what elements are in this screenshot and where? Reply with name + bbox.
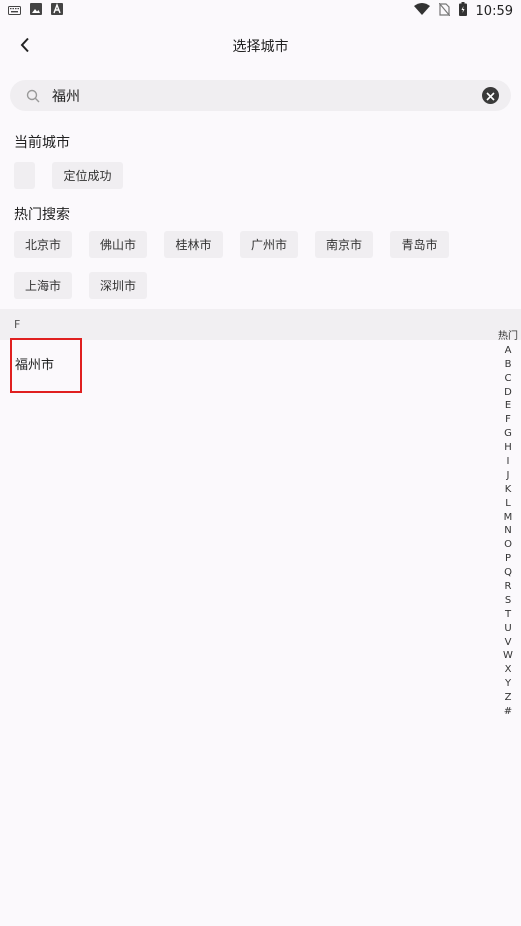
index-letter[interactable]: Y	[505, 677, 511, 691]
index-letter[interactable]: I	[507, 455, 510, 469]
index-letter[interactable]: W	[503, 649, 513, 663]
image-icon	[30, 3, 42, 19]
index-letter[interactable]: #	[504, 705, 512, 719]
hot-city-chip[interactable]: 青岛市	[390, 231, 449, 258]
a-icon	[51, 3, 63, 19]
result-city-item[interactable]: 福州市	[10, 338, 82, 393]
status-time: 10:59	[475, 3, 513, 19]
current-city-title: 当前城市	[14, 135, 70, 151]
search-icon	[26, 88, 40, 107]
index-letter[interactable]: T	[505, 608, 511, 622]
hot-city-chip[interactable]: 北京市	[14, 231, 72, 258]
search-bar[interactable]	[10, 80, 511, 111]
status-right-icons: 10:59	[413, 2, 513, 20]
alphabet-index-bar[interactable]: 热门 A B C D E F G H I J K L M N O P Q R S T U V W X Y Z #	[497, 330, 519, 719]
index-letter[interactable]: R	[505, 580, 512, 594]
index-letter[interactable]: D	[504, 386, 512, 400]
top-bar: 选择城市	[0, 22, 521, 70]
index-letter[interactable]: G	[504, 427, 512, 441]
index-letter[interactable]: J	[507, 469, 510, 483]
hot-city-chip[interactable]: 深圳市	[89, 272, 147, 299]
hot-search-title: 热门搜索	[14, 207, 70, 223]
index-letter[interactable]: X	[505, 663, 512, 677]
hot-city-chip[interactable]: 南京市	[315, 231, 373, 258]
index-letter[interactable]: V	[505, 636, 512, 650]
clear-search-button[interactable]	[482, 87, 499, 104]
current-city-chip[interactable]	[14, 162, 35, 189]
index-letter[interactable]: C	[505, 372, 512, 386]
status-bar: 10:59	[0, 0, 521, 22]
index-letter[interactable]: B	[505, 358, 512, 372]
index-letter[interactable]: E	[505, 399, 511, 413]
index-letter[interactable]: A	[505, 344, 512, 358]
hot-city-chip[interactable]: 桂林市	[164, 231, 223, 258]
hot-city-chip[interactable]: 上海市	[14, 272, 72, 299]
index-letter[interactable]: N	[504, 524, 511, 538]
battery-icon	[458, 2, 467, 20]
index-letter[interactable]: Q	[504, 566, 512, 580]
index-letter[interactable]: Z	[505, 691, 512, 705]
index-letter[interactable]: 热门	[498, 330, 518, 344]
index-letter[interactable]: P	[505, 552, 511, 566]
index-letter[interactable]: F	[505, 413, 511, 427]
status-left-icons	[8, 3, 63, 19]
index-letter[interactable]: L	[505, 497, 511, 511]
index-letter[interactable]: S	[505, 594, 511, 608]
index-letter[interactable]: M	[504, 511, 513, 525]
index-letter[interactable]: O	[504, 538, 512, 552]
no-sim-icon	[438, 2, 450, 20]
wifi-icon	[413, 3, 430, 19]
index-letter[interactable]: U	[504, 622, 511, 636]
search-input[interactable]	[52, 80, 472, 111]
index-letter[interactable]: H	[504, 441, 512, 455]
hot-city-chip[interactable]: 佛山市	[89, 231, 147, 258]
page-title: 选择城市	[232, 39, 289, 55]
keyboard-icon	[8, 4, 21, 19]
hot-city-chip[interactable]: 广州市	[240, 231, 298, 258]
location-status-chip[interactable]: 定位成功	[52, 162, 123, 189]
group-header-letter: F	[0, 309, 521, 340]
clear-icon	[486, 86, 495, 105]
index-letter[interactable]: K	[505, 483, 512, 497]
